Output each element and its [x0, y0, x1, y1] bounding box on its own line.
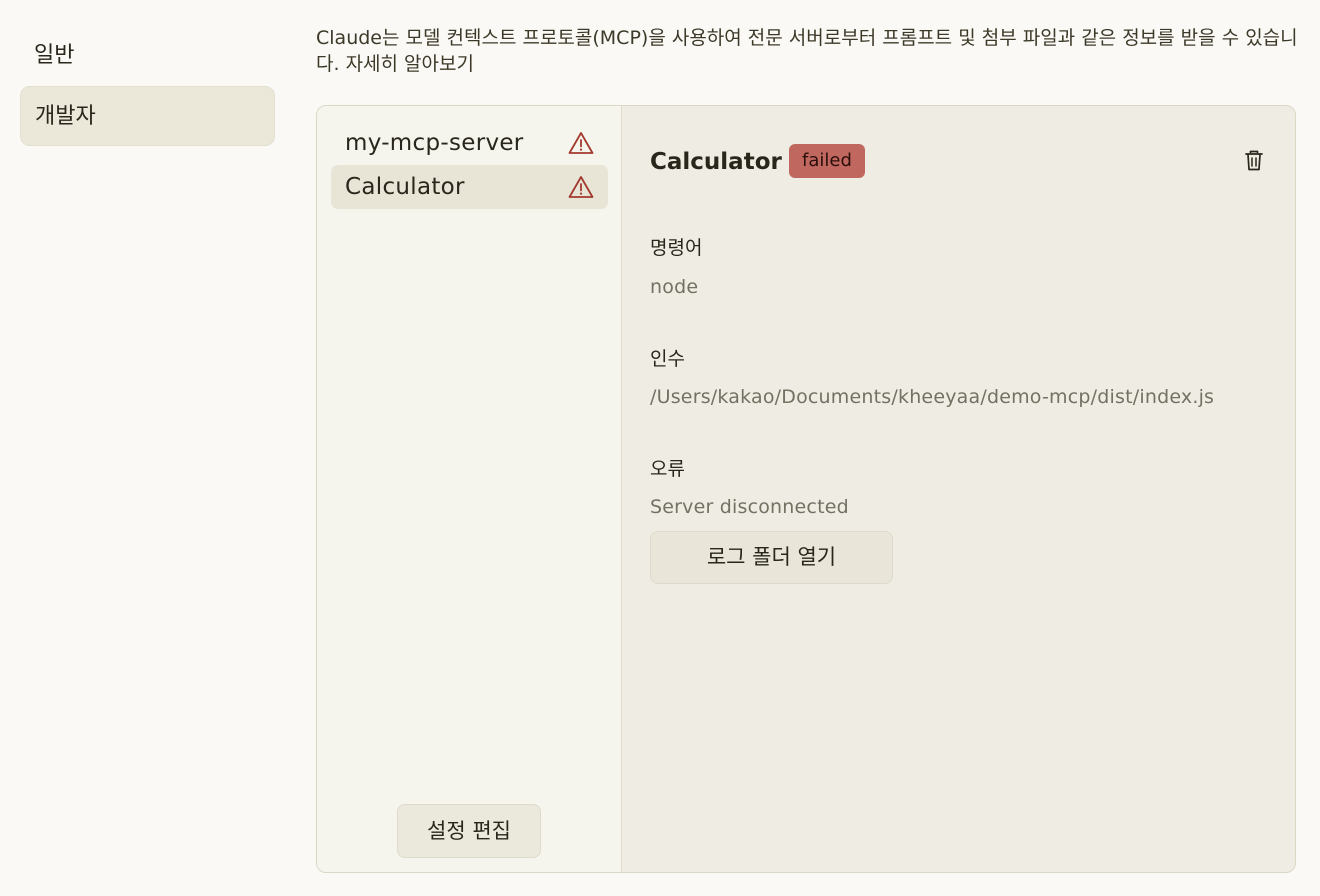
learn-more-link[interactable]: 자세히 알아보기	[346, 53, 474, 75]
server-title: Calculator	[650, 149, 782, 175]
server-list: my-mcp-server Calculator 설정 편집	[317, 106, 622, 872]
warning-icon	[568, 132, 594, 154]
server-detail: Calculator failed 명령어 node 인수 /Users/kak…	[650, 106, 1295, 872]
nav-item-developer[interactable]: 개발자	[20, 86, 275, 146]
nav-item-general[interactable]: 일반	[20, 26, 275, 86]
error-value: Server disconnected	[650, 496, 849, 518]
args-label: 인수	[650, 348, 685, 370]
trash-icon[interactable]	[1243, 149, 1265, 173]
args-value: /Users/kakao/Documents/kheeyaa/demo-mcp/…	[650, 386, 1215, 408]
command-label: 명령어	[650, 237, 703, 259]
intro-text: Claude는 모델 컨텍스트 프로토콜(MCP)을 사용하여 전문 서버로부터…	[316, 25, 1306, 77]
error-label: 오류	[650, 458, 685, 480]
server-item-calculator[interactable]: Calculator	[331, 165, 608, 209]
command-value: node	[650, 276, 699, 298]
open-logs-folder-button[interactable]: 로그 폴더 열기	[650, 531, 893, 584]
status-badge: failed	[789, 144, 865, 178]
settings-nav: 일반 개발자	[20, 26, 275, 146]
mcp-servers-panel: my-mcp-server Calculator 설정 편집 Calculato…	[316, 105, 1296, 873]
server-item-my-mcp-server[interactable]: my-mcp-server	[331, 121, 608, 165]
warning-icon	[568, 176, 594, 198]
edit-config-button[interactable]: 설정 편집	[397, 804, 541, 858]
server-name: my-mcp-server	[345, 130, 524, 156]
server-name: Calculator	[345, 174, 465, 200]
